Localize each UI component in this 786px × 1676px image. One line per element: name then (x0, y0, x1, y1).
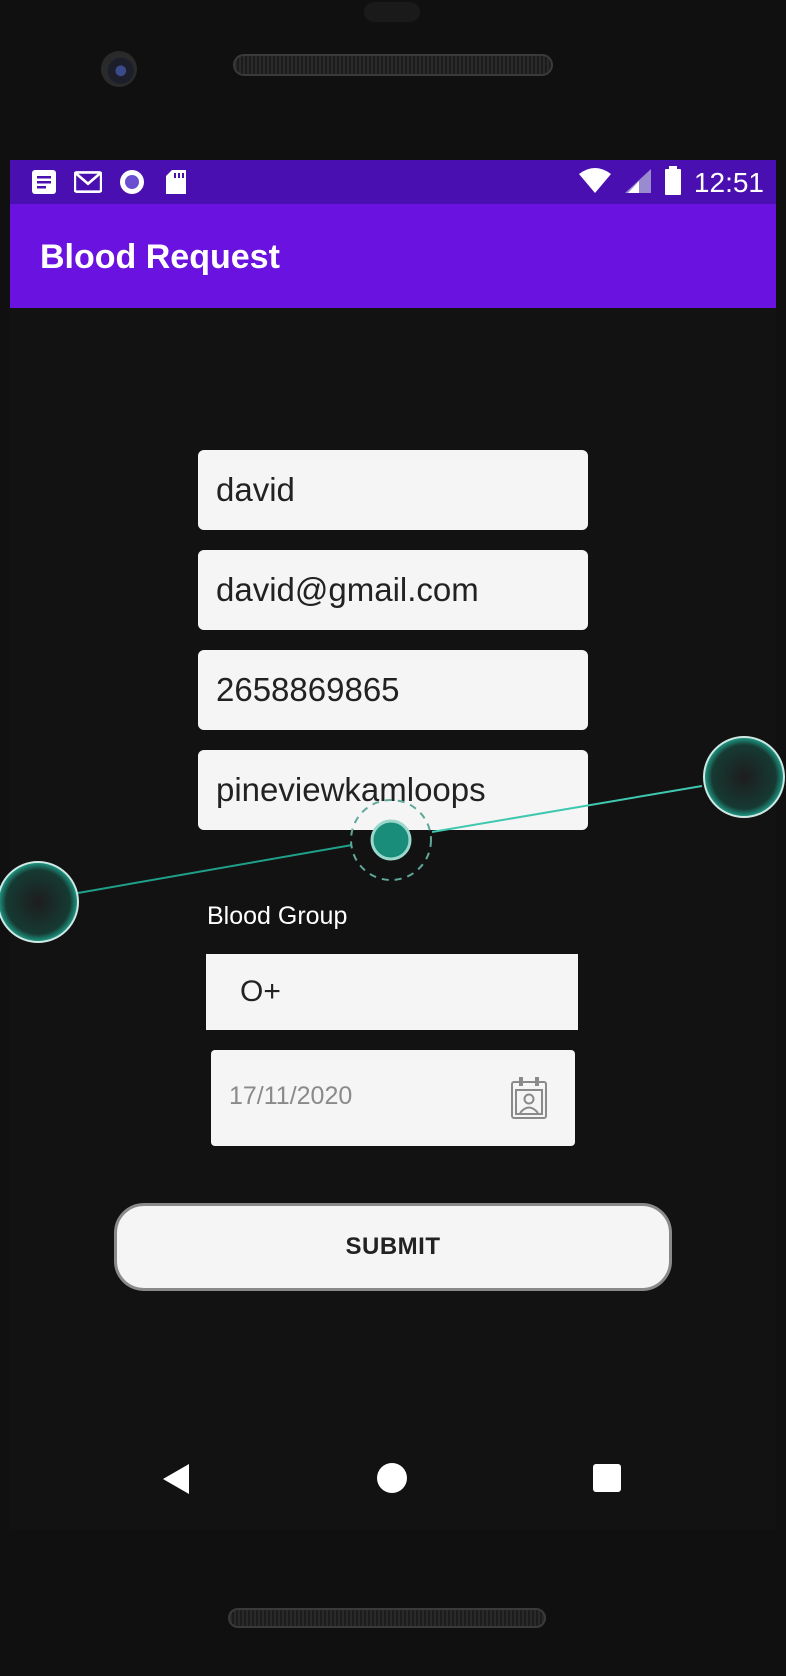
status-bar: 12:51 (10, 160, 776, 204)
navigation-bar (10, 1420, 776, 1530)
earpiece-speaker (233, 54, 553, 76)
wifi-icon (578, 168, 612, 198)
device-frame: 12:51 Blood Request david david@gmail.co… (0, 0, 786, 1676)
sd-card-icon (162, 168, 190, 196)
email-field[interactable]: david@gmail.com (198, 550, 588, 630)
address-field[interactable]: pineviewkamloops (198, 750, 588, 830)
submit-button[interactable]: SUBMIT (114, 1203, 672, 1291)
recent-apps-icon[interactable] (593, 1464, 621, 1492)
notification-icons (30, 168, 190, 196)
battery-icon (664, 166, 682, 200)
blood-group-label: Blood Group (207, 902, 348, 930)
signal-icon (624, 168, 652, 198)
app-screen: 12:51 Blood Request david david@gmail.co… (10, 160, 776, 1530)
gmail-icon (74, 168, 102, 196)
calendar-icon[interactable] (509, 1076, 549, 1120)
bottom-speaker (228, 1608, 546, 1628)
device-notch (364, 2, 420, 22)
record-icon (118, 168, 146, 196)
date-value: 17/11/2020 (229, 1082, 353, 1110)
system-icons: 12:51 (578, 166, 764, 200)
phone-field[interactable]: 2658869865 (198, 650, 588, 730)
page-title: Blood Request (40, 238, 280, 276)
notes-icon (30, 168, 58, 196)
date-field[interactable]: 17/11/2020 (211, 1050, 575, 1146)
status-clock: 12:51 (693, 167, 764, 198)
app-bar: Blood Request (10, 204, 776, 308)
front-camera (101, 51, 137, 87)
back-icon[interactable] (162, 1463, 190, 1499)
home-icon[interactable] (377, 1463, 407, 1493)
name-field[interactable]: david (198, 450, 588, 530)
blood-group-select[interactable]: O+ (206, 954, 578, 1030)
